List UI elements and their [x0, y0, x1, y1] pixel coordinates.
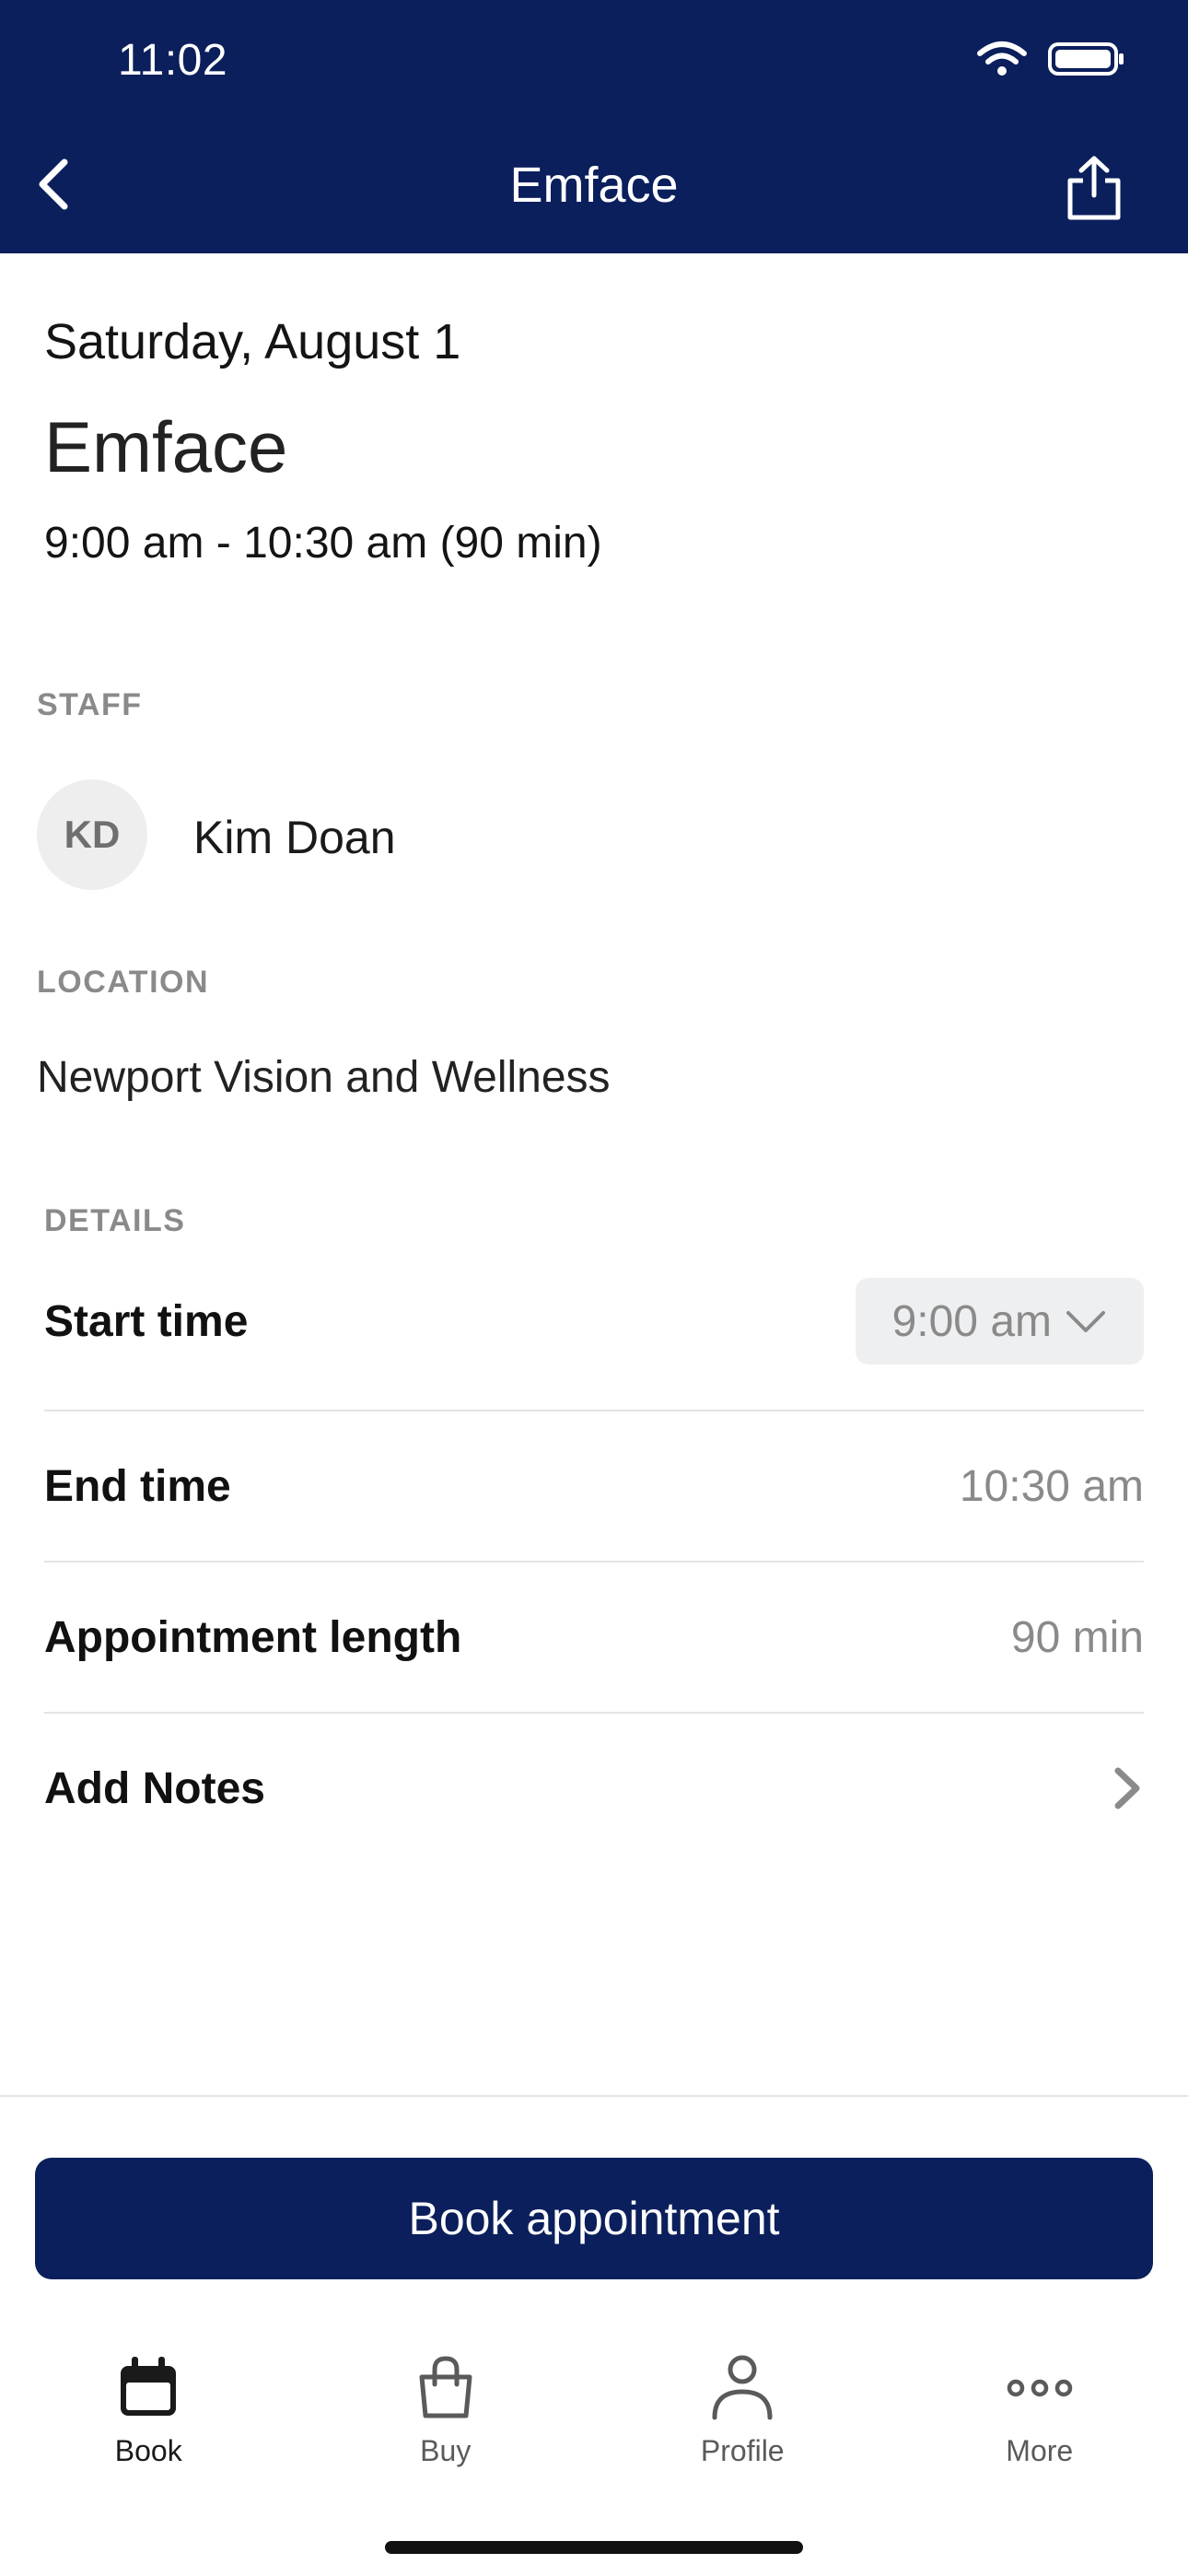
calendar-icon [121, 2357, 177, 2416]
divider [44, 1712, 1144, 1714]
staff-section-label: STAFF [37, 687, 143, 722]
tab-buy[interactable]: Buy [297, 2351, 595, 2489]
app-header: 11:02 Emface [0, 0, 1188, 253]
home-indicator [385, 2541, 803, 2554]
divider [44, 1561, 1144, 1563]
avatar: KD [37, 779, 147, 890]
tab-more[interactable]: More [891, 2351, 1188, 2489]
book-appointment-button[interactable]: Book appointment [35, 2158, 1153, 2279]
share-button[interactable] [1063, 155, 1125, 221]
status-time: 11:02 [118, 36, 228, 85]
start-time-row: Start time 9:00 am [44, 1278, 1144, 1364]
divider [44, 1410, 1144, 1411]
end-time-label: End time [44, 1461, 231, 1511]
chevron-right-icon [1114, 1767, 1140, 1809]
shopping-bag-icon [419, 2356, 472, 2418]
appointment-date: Saturday, August 1 [44, 314, 461, 369]
more-dots-icon [1007, 2379, 1072, 2397]
tab-label: Profile [700, 2434, 785, 2467]
end-time-value: 10:30 am [959, 1461, 1144, 1511]
nav-title: Emface [509, 158, 679, 213]
location-section-label: LOCATION [37, 965, 210, 1000]
tab-profile[interactable]: Profile [594, 2351, 891, 2489]
end-time-row: End time 10:30 am [44, 1445, 1144, 1528]
share-icon [1067, 156, 1121, 220]
tab-book[interactable]: Book [0, 2351, 297, 2489]
details-section-label: DETAILS [44, 1203, 186, 1238]
start-time-select[interactable]: 9:00 am [855, 1278, 1144, 1364]
tab-bar: Book Buy Profile More [0, 2351, 1188, 2489]
wifi-icon [977, 41, 1027, 76]
tab-label: Book [114, 2434, 182, 2467]
tab-label: Buy [420, 2434, 472, 2467]
location-name: Newport Vision and Wellness [37, 1053, 611, 1102]
add-notes-label: Add Notes [44, 1763, 265, 1813]
appointment-length-value: 90 min [1010, 1612, 1144, 1662]
chevron-down-icon [1066, 1311, 1105, 1332]
appointment-length-row: Appointment length 90 min [44, 1596, 1144, 1679]
person-icon [712, 2355, 773, 2420]
tab-label: More [1006, 2434, 1074, 2467]
status-icons [976, 41, 1125, 77]
battery-icon [1048, 42, 1124, 76]
start-time-value: 9:00 am [891, 1296, 1052, 1346]
appointment-length-label: Appointment length [44, 1612, 462, 1662]
add-notes-row[interactable]: Add Notes [44, 1747, 1144, 1830]
appointment-time-range: 9:00 am - 10:30 am (90 min) [44, 519, 602, 568]
footer-divider [0, 2095, 1188, 2097]
staff-name: Kim Doan [193, 812, 396, 863]
service-title: Emface [44, 406, 288, 487]
start-time-label: Start time [44, 1296, 249, 1346]
